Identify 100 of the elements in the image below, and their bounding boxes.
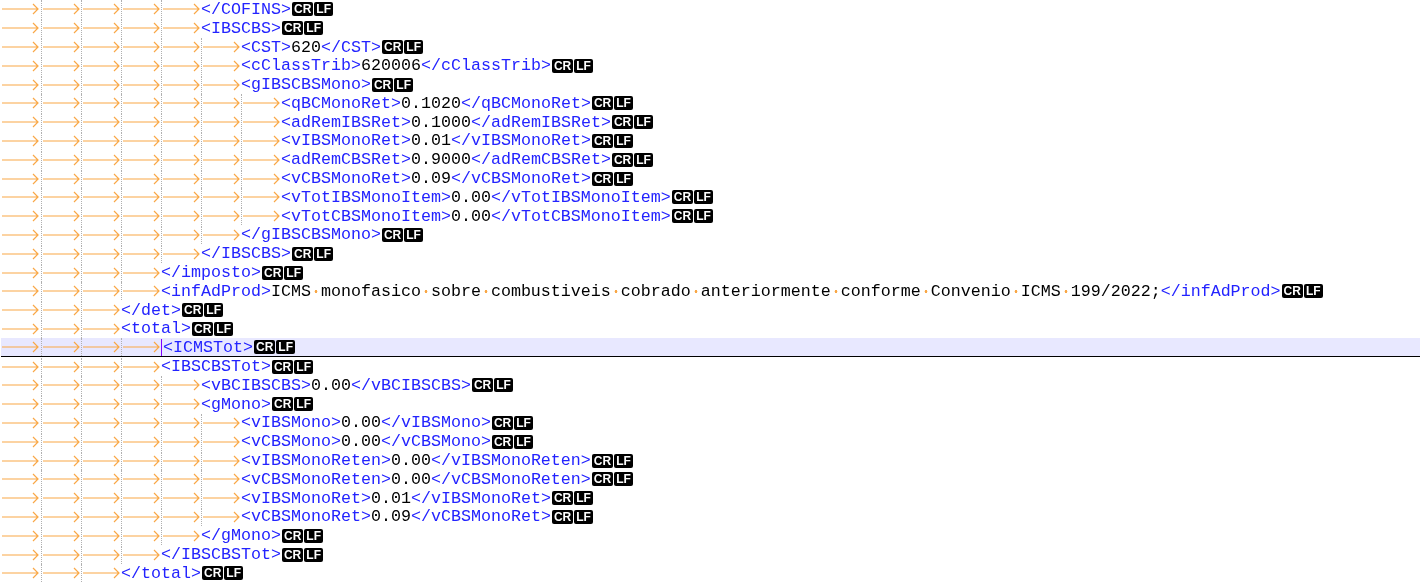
tab-arrow-icon	[122, 97, 160, 110]
tab-arrow-icon	[202, 59, 240, 72]
tab-arrow-icon	[42, 228, 80, 241]
xml-tag: <total>	[121, 319, 191, 339]
tab-arrow-icon	[1, 3, 39, 16]
tab-arrow-icon	[122, 510, 160, 523]
xml-tag: </vCBSMonoRet>	[410, 507, 551, 527]
tab-arrow-icon	[122, 548, 160, 561]
tab-arrow-icon	[82, 228, 120, 241]
xml-tag: </gMono>	[201, 526, 281, 546]
tab-arrow-icon	[162, 398, 200, 411]
line-ending-marker: CR	[551, 491, 574, 506]
tab-arrow-icon	[1, 529, 39, 542]
xml-value: 0.09	[410, 169, 451, 189]
tab-arrow-icon	[82, 78, 120, 91]
xml-tag: <vCBSMonoReten>	[241, 469, 391, 489]
xml-tag: <gMono>	[201, 394, 271, 414]
tab-arrow-icon	[122, 228, 160, 241]
line-ending-marker: CR	[491, 434, 514, 449]
tab-arrow-icon	[202, 191, 240, 204]
line-ending-marker: LF	[634, 115, 653, 130]
tab-arrow-icon	[202, 41, 240, 53]
xml-tag: </vCBSMonoReten>	[430, 469, 591, 489]
tab-arrow-icon	[42, 41, 80, 53]
tab-arrow-icon	[162, 435, 200, 448]
tab-arrow-icon	[1, 116, 39, 129]
xml-tag: <vCBSMonoRet>	[281, 169, 411, 189]
xml-tag: <vCBSMono>	[241, 432, 341, 452]
line-ending-marker: CR	[551, 509, 574, 524]
tab-arrow-icon	[1, 266, 39, 279]
tab-arrow-icon	[122, 59, 160, 72]
text-cursor	[161, 338, 162, 356]
tab-arrow-icon	[122, 435, 160, 448]
tab-arrow-icon	[42, 59, 80, 72]
tab-arrow-icon	[82, 266, 120, 279]
tab-arrow-icon	[1, 322, 39, 335]
tab-arrow-icon	[162, 191, 200, 204]
tab-arrow-icon	[202, 492, 240, 505]
line-ending-marker: CR	[381, 40, 404, 54]
xml-tag: <vIBSMono>	[241, 413, 341, 433]
line-ending-marker: LF	[634, 152, 653, 167]
tab-arrow-icon	[42, 191, 80, 204]
tab-arrow-icon	[42, 473, 80, 486]
tab-arrow-icon	[202, 172, 240, 185]
tab-arrow-icon	[82, 379, 120, 392]
line-ending-marker: CR	[182, 303, 204, 318]
xml-tag: <adRemCBSRet>	[281, 150, 411, 170]
line-ending-marker: CR	[201, 566, 224, 581]
tab-arrow-icon	[122, 134, 160, 147]
tab-arrow-icon	[1, 228, 39, 241]
tab-arrow-icon	[1, 285, 39, 298]
line-ending-marker: LF	[614, 96, 633, 111]
tab-arrow-icon	[82, 548, 120, 561]
tab-arrow-icon	[42, 379, 80, 392]
tab-arrow-icon	[82, 529, 120, 542]
xml-tag: </imposto>	[161, 263, 261, 283]
tab-arrow-icon	[42, 3, 80, 16]
xml-tag: </IBSCBSTot>	[161, 545, 281, 564]
tab-arrow-icon	[162, 59, 200, 72]
line-ending-marker: CR	[591, 96, 614, 111]
line-ending-marker: LF	[294, 359, 313, 374]
line-ending-marker: CR	[191, 321, 214, 336]
line-ending-marker: CR	[591, 171, 614, 186]
tab-arrow-icon	[1, 210, 39, 223]
tab-arrow-icon	[42, 172, 80, 185]
tab-arrow-icon	[42, 285, 80, 298]
tab-arrow-icon	[42, 134, 80, 147]
line-ending-marker: LF	[614, 133, 633, 148]
line-ending-marker: CR	[281, 528, 304, 543]
tab-arrow-icon	[122, 492, 160, 505]
tab-arrow-icon	[1, 416, 39, 429]
xml-tag: <adRemIBSRet>	[281, 112, 411, 132]
xml-tag: </IBSCBS>	[201, 244, 291, 264]
xml-value: 0.1020	[400, 93, 461, 113]
tab-arrow-icon	[42, 153, 80, 166]
xml-tag: <vBCIBSCBS>	[201, 375, 311, 395]
tab-arrow-icon	[1, 41, 39, 53]
tab-arrow-icon	[202, 78, 240, 91]
tab-arrow-icon	[42, 247, 80, 260]
tab-arrow-icon	[202, 454, 240, 467]
line-ending-marker: CR	[291, 2, 314, 17]
tab-arrow-icon	[122, 210, 160, 223]
tab-arrow-icon	[162, 510, 200, 523]
line-ending-marker: CR	[1281, 284, 1303, 299]
tab-arrow-icon	[202, 510, 240, 523]
tab-arrow-icon	[122, 172, 160, 185]
tab-arrow-icon	[162, 529, 200, 542]
xml-tag: <gIBSCBSMono>	[241, 75, 371, 95]
tab-arrow-icon	[122, 266, 160, 279]
xml-value: 0.09	[370, 507, 411, 527]
tab-arrow-icon	[202, 116, 240, 129]
tab-arrow-icon	[1, 172, 39, 185]
tab-arrow-icon	[122, 116, 160, 129]
xml-tag: </qBCMonoRet>	[460, 93, 591, 113]
line-ending-marker: CR	[291, 246, 314, 261]
line-ending-marker: CR	[591, 133, 614, 148]
tab-arrow-icon	[82, 398, 120, 411]
tab-arrow-icon	[1, 510, 39, 523]
xml-value: 0.00	[390, 469, 431, 489]
tab-arrow-icon	[162, 492, 200, 505]
